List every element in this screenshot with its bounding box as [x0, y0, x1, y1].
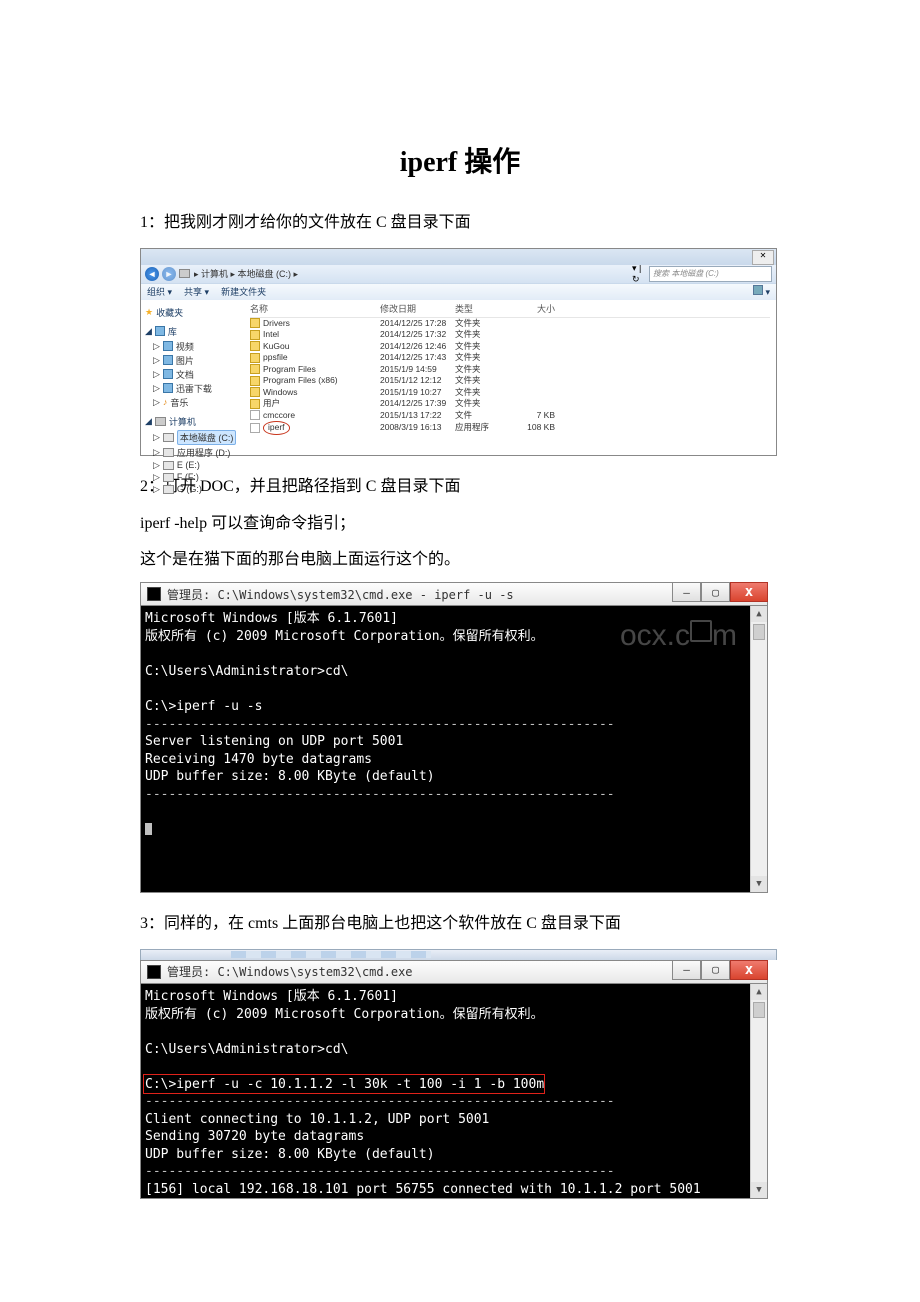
highlight-box [143, 1074, 545, 1094]
folder-icon [250, 399, 260, 409]
minimize-button[interactable]: — [672, 582, 701, 602]
scroll-down-icon[interactable]: ▼ [751, 1182, 767, 1198]
page-title: iperf 操作 [140, 140, 780, 180]
minimize-button[interactable]: — [672, 960, 701, 980]
table-row[interactable]: Windows2015/1/19 10:27文件夹 [250, 387, 770, 399]
cmd-titlebar: 管理员: C:\Windows\system32\cmd.exe — ▢ x [140, 960, 768, 984]
help-note: iperf -help 可以查询命令指引； [140, 511, 780, 537]
watermark: ocx.cm [620, 616, 737, 657]
tree-drive-f[interactable]: ▷ F (F:) [153, 472, 240, 483]
table-row[interactable]: Program Files (x86)2015/1/12 12:12文件夹 [250, 375, 770, 387]
explorer-titlebar: ✕ [141, 249, 776, 265]
tree-pictures[interactable]: ▷ 图片 [153, 354, 240, 367]
share-button[interactable]: 共享 ▾ [184, 285, 209, 298]
cmd-output: ocx.cm Microsoft Windows [版本 6.1.7601] 版… [140, 606, 768, 893]
iperf-client-command: C:\>iperf -u -c 10.1.1.2 -l 30k -t 100 -… [145, 1076, 763, 1094]
explorer-navbar: ◄ ► ▸ 计算机 ▸ 本地磁盘 (C:) ▸ ▾ | ↻ 搜索 本地磁盘 (C… [141, 265, 776, 283]
explorer-toolbar: 组织 ▾ 共享 ▾ 新建文件夹 ▾ [141, 283, 776, 300]
context-note: 这个是在猫下面的那台电脑上面运行这个的。 [140, 547, 780, 573]
tree-documents[interactable]: ▷ 文档 [153, 368, 240, 381]
maximize-button[interactable]: ▢ [701, 582, 730, 602]
table-row[interactable]: iperf2008/3/19 16:13应用程序108 KB [250, 421, 770, 435]
view-options[interactable]: ▾ [753, 285, 770, 298]
tree-libraries[interactable]: ◢ 库 [145, 325, 240, 338]
scroll-up-icon[interactable]: ▲ [751, 984, 767, 1000]
tree-downloads[interactable]: ▷ 迅雷下载 [153, 382, 240, 395]
scroll-up-icon[interactable]: ▲ [751, 606, 767, 622]
cursor [145, 823, 152, 835]
search-input[interactable]: 搜索 本地磁盘 (C:) [649, 266, 772, 282]
organize-button[interactable]: 组织 ▾ [147, 285, 172, 298]
back-button[interactable]: ◄ [145, 267, 159, 281]
breadcrumb[interactable]: ▸ 计算机 ▸ 本地磁盘 (C:) ▸ [179, 267, 629, 280]
folder-icon [250, 376, 260, 386]
close-button[interactable]: x [730, 582, 768, 602]
table-row[interactable]: cmccore2015/1/13 17:22文件7 KB [250, 410, 770, 422]
tree-drive-d[interactable]: ▷ 应用程序 (D:) [153, 446, 240, 459]
scroll-down-icon[interactable]: ▼ [751, 876, 767, 892]
scroll-thumb[interactable] [753, 1002, 765, 1018]
table-row[interactable]: Intel2014/12/25 17:32文件夹 [250, 329, 770, 341]
file-list: 名称 修改日期 类型 大小 Drivers2014/12/25 17:28文件夹… [244, 300, 776, 455]
explorer-window: ✕ ◄ ► ▸ 计算机 ▸ 本地磁盘 (C:) ▸ ▾ | ↻ 搜索 本地磁盘 … [140, 248, 777, 456]
scrollbar[interactable]: ▲ ▼ [750, 984, 767, 1198]
cmd-output: Microsoft Windows [版本 6.1.7601] 版权所有 (c)… [140, 984, 768, 1199]
forward-button[interactable]: ► [162, 267, 176, 281]
tree-favorites[interactable]: ★收藏夹 [145, 306, 240, 319]
tree-drive-e[interactable]: ▷ E (E:) [153, 460, 240, 471]
cmd-titlebar: 管理员: C:\Windows\system32\cmd.exe - iperf… [140, 582, 768, 606]
table-row[interactable]: Drivers2014/12/25 17:28文件夹 [250, 318, 770, 330]
taskbar-fragment [140, 949, 777, 960]
cmd-icon [147, 965, 161, 979]
close-icon[interactable]: ✕ [752, 250, 774, 265]
tree-drive-c[interactable]: ▷ 本地磁盘 (C:) [153, 430, 240, 445]
folder-icon [250, 341, 260, 351]
table-row[interactable]: 用户2014/12/25 17:39文件夹 [250, 398, 770, 410]
computer-icon [179, 269, 190, 278]
folder-icon [250, 318, 260, 328]
column-headers[interactable]: 名称 修改日期 类型 大小 [250, 300, 770, 318]
computer-icon [155, 417, 166, 426]
tree-computer[interactable]: ◢ 计算机 [145, 415, 240, 428]
tree-video[interactable]: ▷ 视频 [153, 340, 240, 353]
file-icon [250, 423, 260, 433]
library-icon [155, 326, 165, 336]
folder-icon [250, 353, 260, 363]
table-row[interactable]: ppsfile2014/12/25 17:43文件夹 [250, 352, 770, 364]
file-icon [250, 410, 260, 420]
folder-icon [250, 330, 260, 340]
folder-icon [250, 364, 260, 374]
table-row[interactable]: Program Files2015/1/9 14:59文件夹 [250, 364, 770, 376]
tree-music[interactable]: ▷ ♪ 音乐 [153, 396, 240, 409]
cmd-window-client: 管理员: C:\Windows\system32\cmd.exe — ▢ x M… [140, 960, 768, 1199]
scrollbar[interactable]: ▲ ▼ [750, 606, 767, 892]
cmd-icon [147, 587, 161, 601]
table-row[interactable]: KuGou2014/12/26 12:46文件夹 [250, 341, 770, 353]
maximize-button[interactable]: ▢ [701, 960, 730, 980]
scroll-thumb[interactable] [753, 624, 765, 640]
star-icon: ★ [145, 307, 153, 318]
close-button[interactable]: x [730, 960, 768, 980]
folder-icon [250, 387, 260, 397]
newfolder-button[interactable]: 新建文件夹 [221, 285, 266, 298]
cmd-window-server: 管理员: C:\Windows\system32\cmd.exe - iperf… [140, 582, 768, 893]
step-1: 1：把我刚才刚才给你的文件放在 C 盘目录下面 [140, 210, 780, 236]
nav-tree: ★收藏夹 ◢ 库 ▷ 视频 ▷ 图片 ▷ 文档 ▷ 迅雷下载 ▷ ♪ 音乐 ◢ … [141, 300, 244, 455]
tree-drive-g[interactable]: ▷ G (G:) [153, 484, 240, 495]
step-3: 3：同样的，在 cmts 上面那台电脑上也把这个软件放在 C 盘目录下面 [140, 911, 780, 937]
